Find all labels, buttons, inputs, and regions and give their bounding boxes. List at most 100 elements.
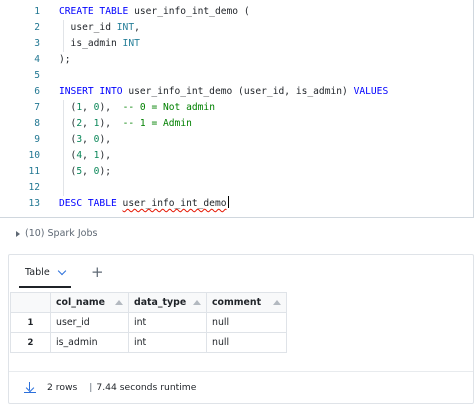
line-number: 8 [34, 118, 40, 129]
code-token: INT [116, 22, 135, 33]
row-number-header [10, 292, 51, 313]
table-cell[interactable]: is_admin [50, 332, 129, 353]
code-token: -- 0 = Not admin [122, 102, 215, 113]
table-cell[interactable]: int [128, 312, 207, 333]
tab-table[interactable]: Table [19, 259, 71, 288]
code-token: VALUES [353, 86, 389, 97]
line-number: 11 [28, 166, 40, 177]
column-header[interactable]: data_type [128, 292, 207, 313]
row-number: 1 [10, 312, 51, 333]
table-cell[interactable]: null [206, 312, 287, 333]
code-line[interactable]: 1 CREATE TABLE user_info_int_demo ( [0, 4, 474, 20]
table-cell[interactable]: null [206, 332, 287, 353]
tab-table-label: Table [25, 267, 50, 278]
column-header[interactable]: col_name [50, 292, 129, 313]
table-row: 2 is_admin int null [10, 332, 287, 353]
sort-icon[interactable] [193, 300, 201, 305]
code-line[interactable]: 3 is_admin INT [0, 36, 474, 52]
table-cell[interactable]: int [128, 332, 207, 353]
code-token: CREATE TABLE [59, 6, 135, 17]
code-text: (2, 1), -- 1 = Admin [59, 116, 192, 132]
code-token: ( [59, 166, 77, 177]
code-text: (1, 0), -- 0 = Not admin [59, 100, 215, 116]
code-token: , [82, 134, 94, 145]
code-text: (5, 0); [59, 164, 111, 180]
code-line[interactable]: 10 (4, 1), [0, 148, 474, 164]
add-tab-button[interactable]: + [91, 262, 104, 282]
line-number: 9 [34, 134, 40, 145]
chevron-down-icon[interactable] [57, 266, 67, 276]
code-text: CREATE TABLE user_info_int_demo ( [59, 4, 250, 20]
code-token: user_info_int_demo ( [134, 6, 250, 17]
code-token: ), [99, 150, 112, 161]
table-header-row: col_name data_type comment [10, 292, 287, 313]
code-line[interactable]: 6 INSERT INTO user_info_int_demo (user_id… [0, 84, 474, 100]
column-header-label: comment [212, 297, 262, 308]
code-line[interactable]: 4); [0, 52, 474, 68]
code-line[interactable]: 5 [0, 68, 474, 84]
code-token: , [82, 150, 94, 161]
sort-icon[interactable] [273, 300, 281, 305]
code-line[interactable]: 2 user_id INT, [0, 20, 474, 36]
line-number: 4 [34, 54, 40, 65]
code-line[interactable]: 11 (5, 0); [0, 164, 474, 180]
spark-jobs-toggle[interactable]: (10) Spark Jobs [16, 228, 97, 239]
code-token: INSERT INTO [59, 86, 129, 97]
code-token: user_info_int_demo [122, 198, 227, 209]
expand-triangle-icon [16, 230, 20, 237]
code-token: ( [59, 150, 77, 161]
column-header-label: col_name [56, 297, 106, 308]
table-cell[interactable]: user_id [50, 312, 129, 333]
code-token: , [82, 102, 94, 113]
code-line[interactable]: 8 (2, 1), -- 1 = Admin [0, 116, 474, 132]
line-number: 10 [28, 150, 40, 161]
column-header[interactable]: comment [206, 292, 287, 313]
column-header-label: data_type [134, 297, 187, 308]
line-number: 1 [34, 6, 40, 17]
code-token: user_info_int_demo (user_id, is_admin) [128, 86, 354, 97]
line-number: 2 [34, 22, 40, 33]
table-row: 1 user_id int null [10, 312, 287, 333]
row-count: 2 rows [47, 382, 78, 393]
line-number: 3 [34, 38, 40, 49]
code-line[interactable]: 13 DESC TABLE user_info_int_demo [0, 196, 474, 212]
code-token: ( [59, 134, 77, 145]
code-token: ); [59, 54, 71, 65]
line-number: 6 [34, 86, 40, 97]
row-number: 2 [10, 332, 51, 353]
sort-icon[interactable] [115, 300, 123, 305]
result-panel: Table + col_name data_type comment 1 use… [8, 254, 474, 404]
code-token: is_admin [59, 38, 123, 49]
code-line[interactable]: 9 (3, 0), [0, 132, 474, 148]
code-text: (4, 1), [59, 148, 111, 164]
line-number: 7 [34, 102, 40, 113]
code-token: ), [99, 134, 112, 145]
footer-separator: | [89, 382, 93, 393]
code-token: ( [59, 118, 77, 129]
result-table: col_name data_type comment 1 user_id int… [10, 292, 287, 353]
code-text: DESC TABLE user_info_int_demo [59, 196, 229, 212]
code-token: ); [99, 166, 112, 177]
result-footer: 2 rows | 7.44 seconds runtime [9, 371, 473, 403]
runtime-text: 7.44 seconds runtime [96, 382, 197, 393]
code-token: ), [99, 102, 123, 113]
spark-jobs-label: (10) Spark Jobs [25, 228, 98, 239]
code-token: ), [99, 118, 123, 129]
result-tabbar: Table + [9, 255, 473, 289]
code-editor[interactable]: 1 CREATE TABLE user_info_int_demo (2 user… [0, 0, 474, 218]
line-number: 13 [28, 198, 40, 209]
line-number: 5 [34, 70, 40, 81]
code-token: user_id [59, 22, 117, 33]
code-text: (3, 0), [59, 132, 111, 148]
code-token: INT [122, 38, 140, 49]
code-line[interactable]: 12 [0, 180, 474, 196]
code-token: -- 1 = Admin [122, 118, 192, 129]
code-token: DESC TABLE [59, 198, 123, 209]
download-icon[interactable] [24, 381, 36, 394]
code-text: user_id INT, [59, 20, 140, 36]
code-token: , [134, 22, 140, 33]
text-cursor [227, 196, 229, 208]
code-text: INSERT INTO user_info_int_demo (user_id,… [59, 84, 388, 100]
code-text: ); [59, 52, 71, 68]
code-line[interactable]: 7 (1, 0), -- 0 = Not admin [0, 100, 474, 116]
